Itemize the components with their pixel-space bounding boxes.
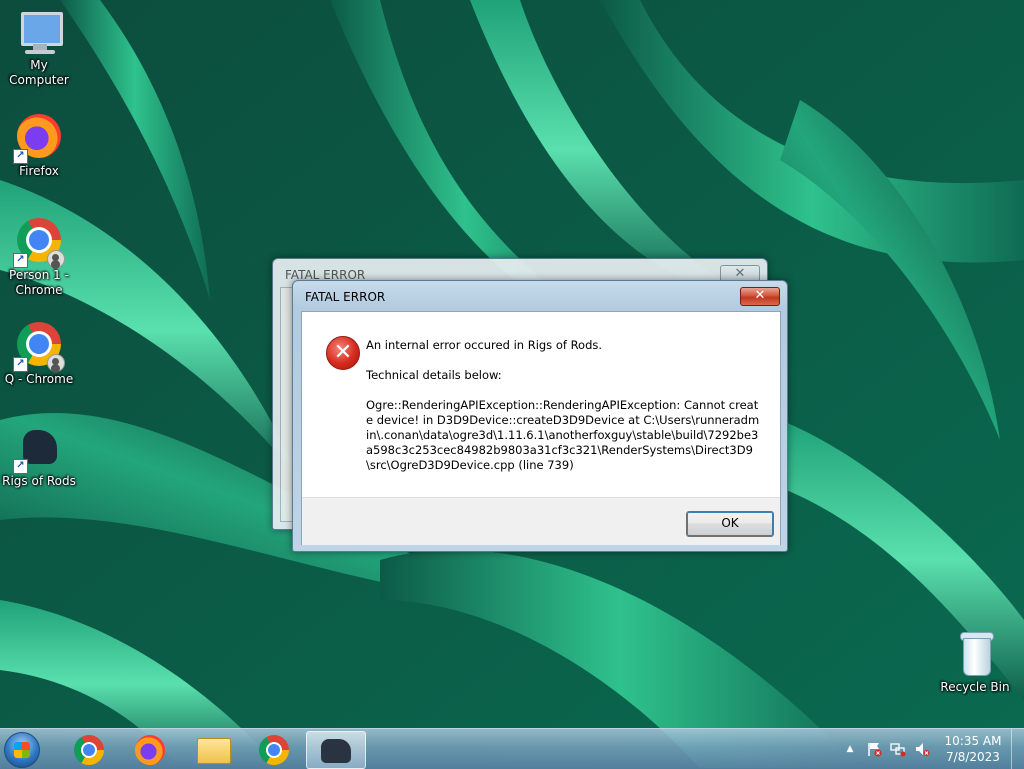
- shortcut-arrow-icon: ↗: [13, 459, 28, 474]
- computer-icon: [15, 8, 63, 56]
- shortcut-arrow-icon: ↗: [13, 357, 28, 372]
- clock-date: 7/8/2023: [946, 750, 1000, 764]
- desktop-icon-rigs-of-rods[interactable]: ↗ Rigs of Rods: [0, 424, 78, 489]
- chrome-icon: [74, 735, 104, 765]
- dialog-title: FATAL ERROR: [305, 290, 386, 304]
- taskbar-button-chrome[interactable]: [60, 731, 118, 767]
- desktop-icon-label: Firefox: [19, 164, 59, 178]
- title-bar[interactable]: FATAL ERROR ✕: [293, 281, 787, 311]
- start-button[interactable]: [4, 732, 40, 768]
- taskbar-button-chrome-2[interactable]: [245, 731, 303, 767]
- user-badge-icon: [47, 354, 65, 372]
- message-text: An internal error occured in Rigs of Rod…: [366, 338, 761, 488]
- technical-details: Ogre::RenderingAPIException::RenderingAP…: [366, 398, 760, 472]
- firefox-icon: [135, 735, 165, 765]
- chrome-icon: ↗: [13, 322, 65, 372]
- user-badge-icon: [47, 250, 65, 268]
- show-hidden-icons-button[interactable]: ▲: [842, 741, 858, 757]
- rigs-of-rods-icon: ↗: [13, 424, 63, 474]
- desktop-icon-q-chrome[interactable]: ↗ Q - Chrome: [0, 320, 78, 387]
- taskbar-button-file-explorer[interactable]: [184, 731, 242, 767]
- recycle-bin-icon: [951, 630, 999, 678]
- show-desktop-button[interactable]: [1011, 729, 1024, 769]
- close-button[interactable]: ✕: [740, 287, 780, 306]
- error-icon: ✕: [326, 336, 360, 370]
- volume-muted-icon[interactable]: [914, 741, 930, 757]
- taskbar-button-firefox[interactable]: [121, 731, 179, 767]
- desktop-icon-label: Q - Chrome: [4, 372, 74, 386]
- chrome-icon: ↗: [13, 218, 65, 268]
- desktop-icon-label: My Computer: [9, 58, 69, 87]
- taskbar: ▲ 10:35 AM 7/8/2023: [0, 728, 1024, 769]
- desktop-icon-firefox[interactable]: ↗ Firefox: [0, 112, 78, 179]
- desktop-icon-my-computer[interactable]: My Computer: [0, 8, 78, 88]
- firefox-icon: ↗: [13, 114, 63, 164]
- desktop-icon-person1-chrome[interactable]: ↗ Person 1 - Chrome: [0, 216, 78, 298]
- taskbar-clock[interactable]: 10:35 AM 7/8/2023: [934, 733, 1012, 765]
- dialog-client-area: ✕ An internal error occured in Rigs of R…: [301, 311, 781, 545]
- network-icon[interactable]: [890, 741, 906, 757]
- error-message: An internal error occured in Rigs of Rod…: [366, 338, 603, 352]
- desktop-icon-label: Person 1 - Chrome: [9, 268, 69, 297]
- button-area: OK: [302, 497, 780, 545]
- folder-icon: [197, 738, 231, 764]
- message-area: ✕ An internal error occured in Rigs of R…: [302, 312, 780, 497]
- taskbar-button-rigs-of-rods[interactable]: [306, 731, 366, 769]
- rigs-of-rods-icon: [321, 739, 351, 763]
- ok-button[interactable]: OK: [686, 511, 774, 537]
- desktop-icon-recycle-bin[interactable]: Recycle Bin: [936, 630, 1014, 695]
- clock-time: 10:35 AM: [944, 734, 1002, 748]
- fatal-error-dialog[interactable]: FATAL ERROR ✕ ✕ An internal error occure…: [292, 280, 788, 552]
- shortcut-arrow-icon: ↗: [13, 149, 28, 164]
- details-heading: Technical details below:: [366, 368, 502, 382]
- chrome-icon: [259, 735, 289, 765]
- desktop-icon-label: Rigs of Rods: [2, 474, 76, 488]
- shortcut-arrow-icon: ↗: [13, 253, 28, 268]
- desktop-icon-label: Recycle Bin: [940, 680, 1010, 694]
- action-center-flag-icon[interactable]: [866, 741, 882, 757]
